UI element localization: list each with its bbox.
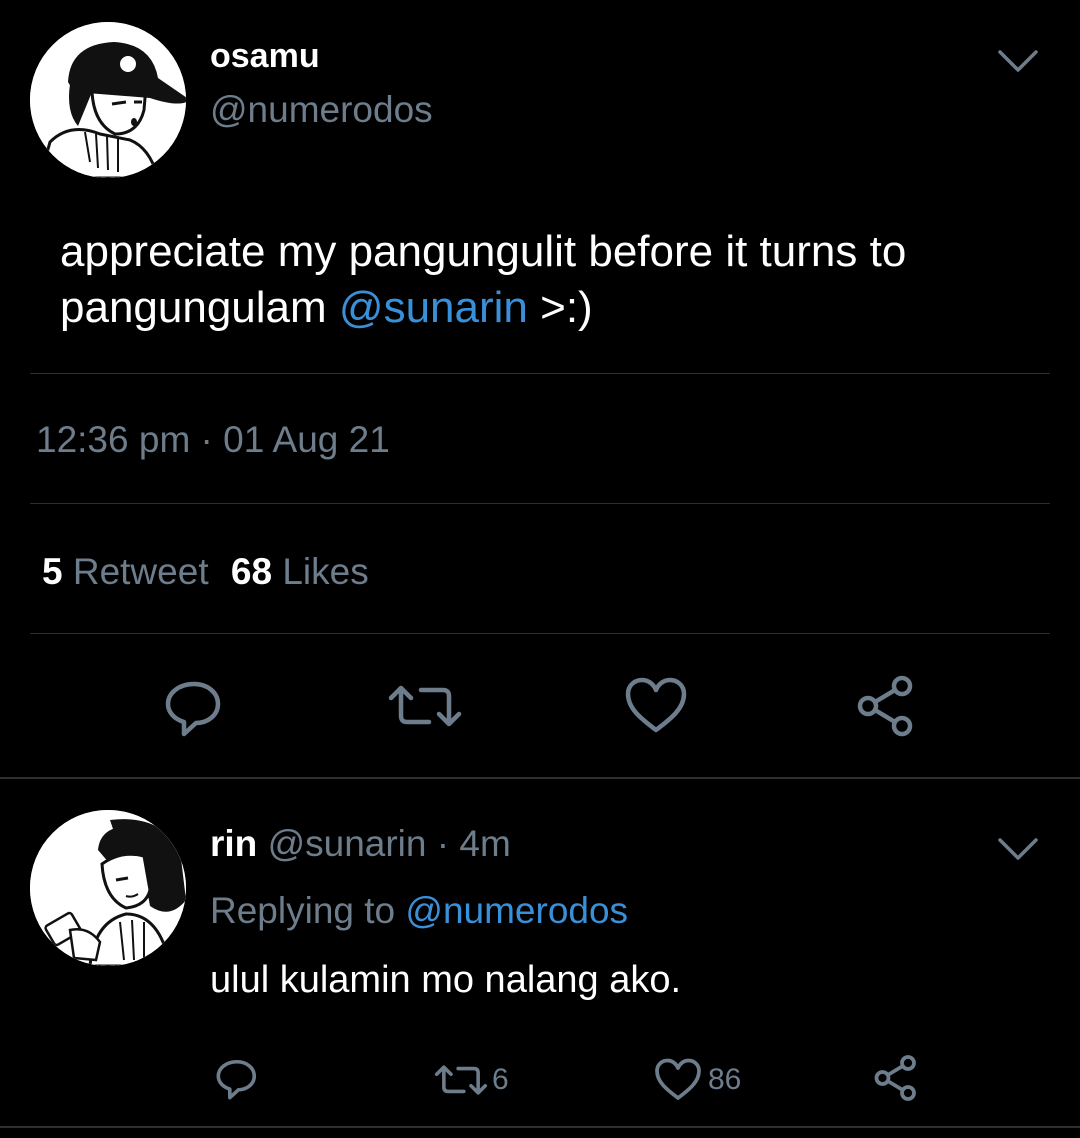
like-button[interactable]: [624, 676, 688, 736]
reply-like-button[interactable]: 86: [654, 1057, 741, 1103]
replying-to: Replying to @numerodos: [210, 888, 628, 934]
reply-reply-button[interactable]: [214, 1056, 260, 1102]
reply-handle[interactable]: @sunarin: [268, 823, 427, 864]
divider: [30, 373, 1050, 374]
engagement-stats: 5 Retweet 68 Likes: [42, 549, 369, 595]
reply-text: ulul kulamin mo nalang ako.: [210, 959, 682, 1001]
tweet-text-emoticon: >:): [540, 283, 593, 332]
avatar-image: [30, 810, 186, 966]
mention-link[interactable]: @sunarin: [339, 283, 528, 332]
tweet-text-line1: appreciate my pangungulit before it turn…: [60, 227, 907, 276]
reply-display-name[interactable]: rin: [210, 823, 257, 864]
heart-icon: [625, 677, 687, 733]
divider: [30, 503, 1050, 504]
reply-like-count: 86: [708, 1063, 742, 1096]
reply-menu-button[interactable]: [996, 834, 1040, 864]
divider: [30, 633, 1050, 634]
like-label: Likes: [282, 551, 369, 592]
tweet-menu-button[interactable]: [996, 46, 1040, 76]
chevron-down-icon: [998, 50, 1038, 72]
retweet-icon: [434, 1065, 488, 1095]
share-icon: [857, 675, 913, 737]
replying-to-link[interactable]: @numerodos: [405, 890, 628, 931]
reply-retweet-button[interactable]: 6: [432, 1060, 509, 1100]
display-name[interactable]: osamu: [210, 36, 320, 76]
like-count: 68: [230, 551, 273, 592]
reply-age[interactable]: · 4m: [437, 823, 511, 864]
share-button[interactable]: [854, 674, 918, 738]
avatar-image: [30, 22, 186, 178]
tweet-text: appreciate my pangungulit before it turn…: [60, 224, 1050, 336]
replying-to-label: Replying to: [210, 890, 396, 931]
timestamp[interactable]: 12:36 pm · 01 Aug 21: [36, 417, 390, 463]
reply-header: rin @sunarin · 4m: [210, 822, 511, 866]
reply-icon: [165, 681, 221, 737]
section-divider: [0, 777, 1080, 779]
share-icon: [874, 1055, 916, 1101]
handle[interactable]: @numerodos: [210, 88, 433, 132]
avatar-osamu[interactable]: [30, 22, 186, 178]
reply-button[interactable]: [162, 676, 226, 740]
retweet-count: 5: [42, 551, 63, 592]
like-stat[interactable]: 68 Likes: [231, 551, 369, 592]
reply-retweet-count: 6: [492, 1063, 509, 1096]
reply-share-button[interactable]: [872, 1054, 920, 1102]
bottom-divider: [0, 1126, 1080, 1128]
reply-icon: [216, 1059, 257, 1100]
retweet-icon: [388, 685, 462, 727]
retweet-stat[interactable]: 5 Retweet: [42, 551, 219, 592]
avatar-rin[interactable]: [30, 810, 186, 966]
heart-icon: [655, 1058, 701, 1100]
retweet-button[interactable]: [385, 678, 465, 734]
tweet-text-line2: pangungulam: [60, 283, 327, 332]
chevron-down-icon: [998, 838, 1038, 860]
retweet-label: Retweet: [72, 551, 209, 592]
